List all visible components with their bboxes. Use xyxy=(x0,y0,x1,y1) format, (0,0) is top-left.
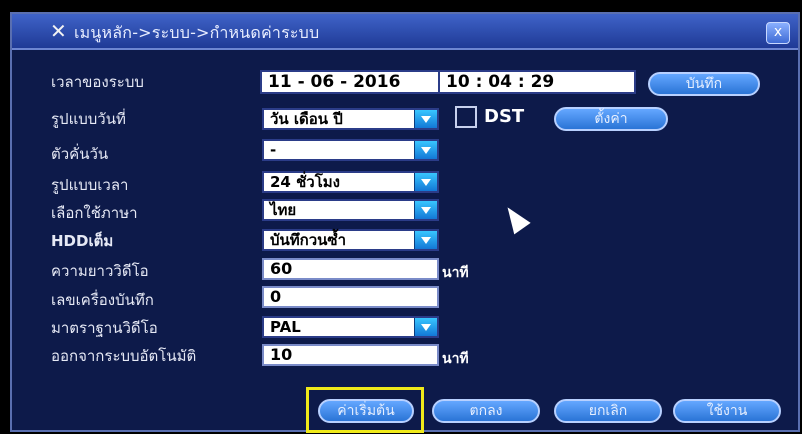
save-time-button[interactable]: บันทึก xyxy=(648,72,760,96)
video-standard-label: มาตราฐานวิดีโอ xyxy=(51,319,158,337)
default-button[interactable]: ค่าเริ่มต้น xyxy=(318,399,414,423)
date-separator-label: ตัวคั่นวัน xyxy=(51,145,109,163)
dst-label: DST xyxy=(484,106,525,127)
date-format-value: วัน เดือน ปี xyxy=(270,110,343,128)
dst-checkbox[interactable] xyxy=(455,106,477,128)
auto-logout-label: ออกจากระบบอัตโนมัติ xyxy=(51,347,197,365)
time-format-label: รูปแบบเวลา xyxy=(51,176,129,194)
language-select[interactable]: ไทย xyxy=(262,199,439,221)
video-length-label: ความยาววิดีโอ xyxy=(51,262,149,280)
apply-button[interactable]: ใช้งาน xyxy=(673,399,781,423)
system-time-field[interactable]: 11 - 06 - 2016 10 : 04 : 29 xyxy=(260,70,636,94)
date-separator-select[interactable]: - xyxy=(262,139,439,161)
recorder-no-input[interactable]: 0 xyxy=(262,286,439,308)
video-length-input[interactable]: 60 xyxy=(262,258,439,280)
language-value: ไทย xyxy=(270,201,297,219)
system-time-label: เวลาของระบบ xyxy=(51,73,144,91)
time-input[interactable]: 10 : 04 : 29 xyxy=(446,72,554,92)
recorder-no-label: เลขเครื่องบันทึก xyxy=(51,291,154,309)
date-separator-value: - xyxy=(270,141,277,159)
hdd-full-label: HDDเต็ม xyxy=(51,232,114,250)
date-format-label: รูปแบบวันที่ xyxy=(51,110,126,128)
language-label: เลือกใช้ภาษา xyxy=(51,204,138,222)
window-title: เมนูหลัก->ระบบ->กำหนดค่าระบบ xyxy=(74,23,320,42)
tools-icon: ✕ xyxy=(50,19,67,43)
dst-setup-button[interactable]: ตั้งค่า xyxy=(554,107,668,131)
close-button[interactable]: x xyxy=(766,22,790,44)
chevron-down-icon[interactable] xyxy=(414,141,437,159)
date-input[interactable]: 11 - 06 - 2016 xyxy=(262,72,440,92)
time-format-select[interactable]: 24 ชั่วโมง xyxy=(262,171,439,193)
chevron-down-icon[interactable] xyxy=(414,110,437,128)
date-format-select[interactable]: วัน เดือน ปี xyxy=(262,108,439,130)
video-standard-value: PAL xyxy=(270,318,301,336)
ok-button[interactable]: ตกลง xyxy=(432,399,540,423)
chevron-down-icon[interactable] xyxy=(414,201,437,219)
time-format-value: 24 ชั่วโมง xyxy=(270,173,340,191)
cancel-button[interactable]: ยกเลิก xyxy=(554,399,662,423)
video-standard-select[interactable]: PAL xyxy=(262,316,439,338)
chevron-down-icon[interactable] xyxy=(414,231,437,249)
hdd-full-value: บันทึกวนซ้ำ xyxy=(270,231,347,249)
title-bar: ✕ เมนูหลัก->ระบบ->กำหนดค่าระบบ x xyxy=(12,14,798,50)
video-length-unit: นาที xyxy=(442,265,469,281)
chevron-down-icon[interactable] xyxy=(414,173,437,191)
hdd-full-select[interactable]: บันทึกวนซ้ำ xyxy=(262,229,439,251)
auto-logout-input[interactable]: 10 xyxy=(262,344,439,366)
auto-logout-unit: นาที xyxy=(442,351,469,367)
chevron-down-icon[interactable] xyxy=(414,318,437,336)
